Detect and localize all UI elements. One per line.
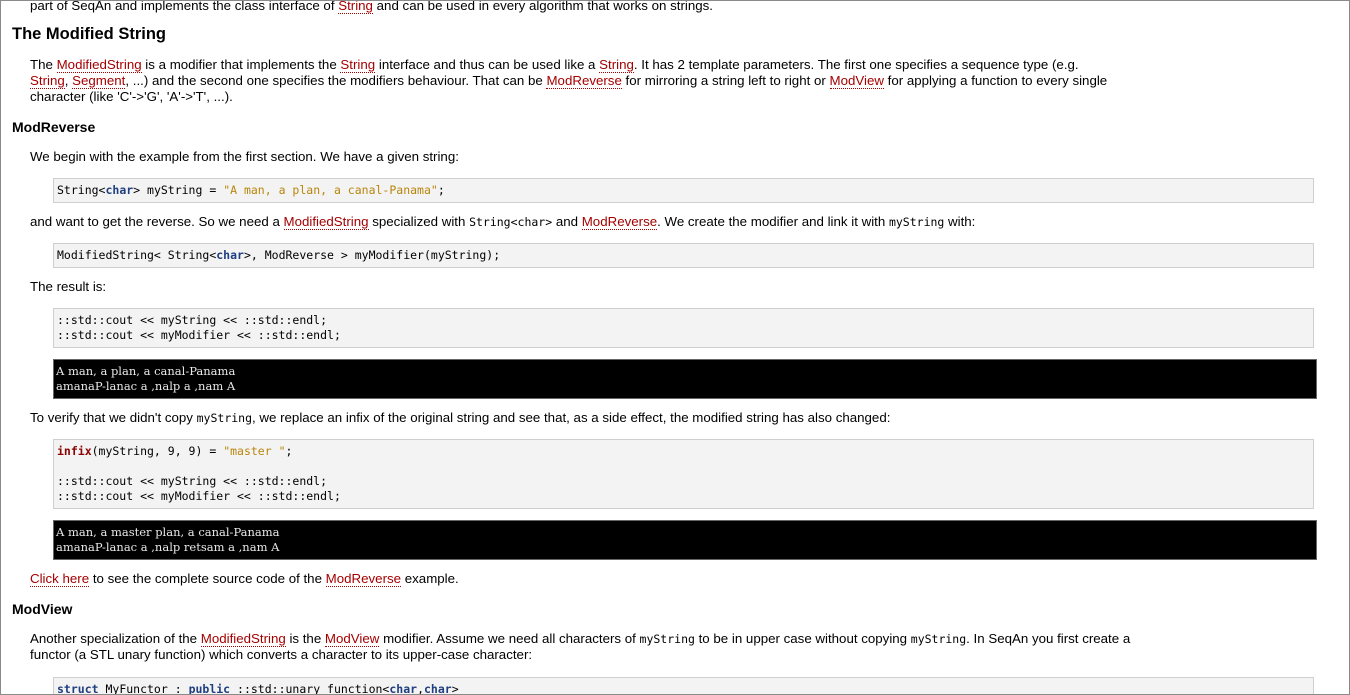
paragraph-line-2: String, Segment, ...) and the second one… xyxy=(30,73,1320,89)
link-modifiedstring[interactable]: ModifiedString xyxy=(56,57,142,73)
text: and xyxy=(552,214,582,229)
click-here-paragraph: Click here to see the complete source co… xyxy=(30,571,1320,587)
modview-paragraph: Another specialization of the ModifiedSt… xyxy=(30,631,1320,663)
modreverse-heading: ModReverse xyxy=(12,119,96,135)
text: . It has 2 template parameters. The firs… xyxy=(633,57,1079,72)
paragraph-line-1: The ModifiedString is a modifier that im… xyxy=(30,57,1320,73)
code-text: MyFunctor : xyxy=(98,682,189,695)
text: for applying a function to every single xyxy=(883,73,1108,88)
text: to be in upper case without copying xyxy=(694,631,911,646)
code-text: > xyxy=(451,682,459,695)
link-string[interactable]: String xyxy=(338,1,373,14)
code-text: ModifiedString< String< xyxy=(57,248,217,262)
modview-heading: ModView xyxy=(12,601,73,617)
link-string[interactable]: String xyxy=(599,57,634,73)
code-keyword: char xyxy=(216,248,244,262)
link-modreverse[interactable]: ModReverse xyxy=(581,214,658,230)
code-text: String< xyxy=(57,183,106,197)
code-text: , xyxy=(417,682,424,695)
code-keyword: struct xyxy=(57,682,99,695)
link-segment[interactable]: Segment xyxy=(72,73,126,89)
text: for mirroring a string left to right or xyxy=(621,73,830,88)
text: . In SeqAn you first create a xyxy=(966,631,1131,646)
text: and want to get the reverse. So we need … xyxy=(30,214,284,229)
link-modreverse[interactable]: ModReverse xyxy=(546,73,622,89)
text: example. xyxy=(401,571,459,586)
code-keyword: char xyxy=(424,682,452,695)
verify-paragraph: To verify that we didn't copy myString, … xyxy=(30,410,1320,426)
link-modifiedstring[interactable]: ModifiedString xyxy=(200,631,286,647)
modified-string-paragraph: The ModifiedString is a modifier that im… xyxy=(30,57,1320,105)
output-block-2: A man, a master plan, a canal-Panama ama… xyxy=(53,520,1317,560)
code-block-cout: ::std::cout << myString << ::std::endl; … xyxy=(53,308,1314,348)
text: Another specialization of the xyxy=(30,631,201,646)
inline-code: myString xyxy=(196,411,253,425)
text: to see the complete source code of the xyxy=(89,571,326,586)
text: To verify that we didn't copy xyxy=(30,410,197,425)
paragraph-line-2: functor (a STL unary function) which con… xyxy=(30,647,533,662)
text: interface and thus can be used like a xyxy=(375,57,600,72)
intro-paragraph: part of SeqAn and implements the class i… xyxy=(30,0,1320,14)
code-text: ::std::unary_function< xyxy=(230,682,390,695)
code-keyword: public xyxy=(188,682,231,695)
inline-code: myString xyxy=(639,632,695,646)
output-block-1: A man, a plan, a canal-Panama amanaP-lan… xyxy=(53,359,1317,399)
text: The xyxy=(30,57,57,72)
modreverse-intro: We begin with the example from the first… xyxy=(30,149,459,164)
code-text: ; xyxy=(437,183,445,197)
document-viewport: part of SeqAn and implements the class i… xyxy=(0,0,1350,695)
code-block-modifier-decl: ModifiedString< String<char>, ModReverse… xyxy=(53,243,1314,268)
text: . We create the modifier and link it wit… xyxy=(657,214,889,229)
text: with: xyxy=(944,214,976,229)
paragraph-line-1: Another specialization of the ModifiedSt… xyxy=(30,631,1320,647)
text: , we replace an infix of the original st… xyxy=(252,410,891,425)
link-string[interactable]: String xyxy=(340,57,376,73)
code-block-infix: infix(myString, 9, 9) = "master "; ::std… xyxy=(53,439,1314,509)
result-label: The result is: xyxy=(30,279,107,294)
inline-code: myString xyxy=(910,632,967,646)
inline-code: myString xyxy=(888,215,945,229)
text: , ...) and the second one specifies the … xyxy=(125,73,547,88)
section-title: The Modified String xyxy=(12,25,166,43)
text: is the xyxy=(285,631,325,646)
code-block-string-decl: String<char> myString = "A man, a plan, … xyxy=(53,178,1314,203)
code-keyword: char xyxy=(389,682,418,695)
link-modifiedstring[interactable]: ModifiedString xyxy=(283,214,369,230)
text: specialized with xyxy=(368,214,470,229)
code-string-literal: "master " xyxy=(223,444,286,458)
code-keyword: char xyxy=(105,183,134,197)
link-string[interactable]: String xyxy=(30,73,65,89)
code-text: >, ModReverse > myModifier(myString); xyxy=(243,248,501,262)
intro-text-end: and can be used in every algorithm that … xyxy=(372,0,713,13)
link-modview[interactable]: ModView xyxy=(829,73,884,89)
intro-text: part of SeqAn and implements the class i… xyxy=(30,0,339,13)
code-text: (myString, 9, 9) = xyxy=(91,444,224,458)
link-modview[interactable]: ModView xyxy=(324,631,380,647)
code-text: > myString = xyxy=(133,183,224,197)
code-string-literal: "A man, a plan, a canal-Panama" xyxy=(223,183,438,197)
link-modreverse[interactable]: ModReverse xyxy=(325,571,402,587)
text: modifier. Assume we need all characters … xyxy=(379,631,640,646)
code-keyword: infix xyxy=(57,444,92,458)
code-block-functor: struct MyFunctor : public ::std::unary_f… xyxy=(53,677,1314,695)
link-click-here[interactable]: Click here xyxy=(30,571,90,587)
modreverse-want-paragraph: and want to get the reverse. So we need … xyxy=(30,214,1320,230)
inline-code: String<char> xyxy=(469,215,553,229)
text: is a modifier that implements the xyxy=(141,57,341,72)
paragraph-line-3: character (like 'C'->'G', 'A'->'T', ...)… xyxy=(30,89,233,104)
